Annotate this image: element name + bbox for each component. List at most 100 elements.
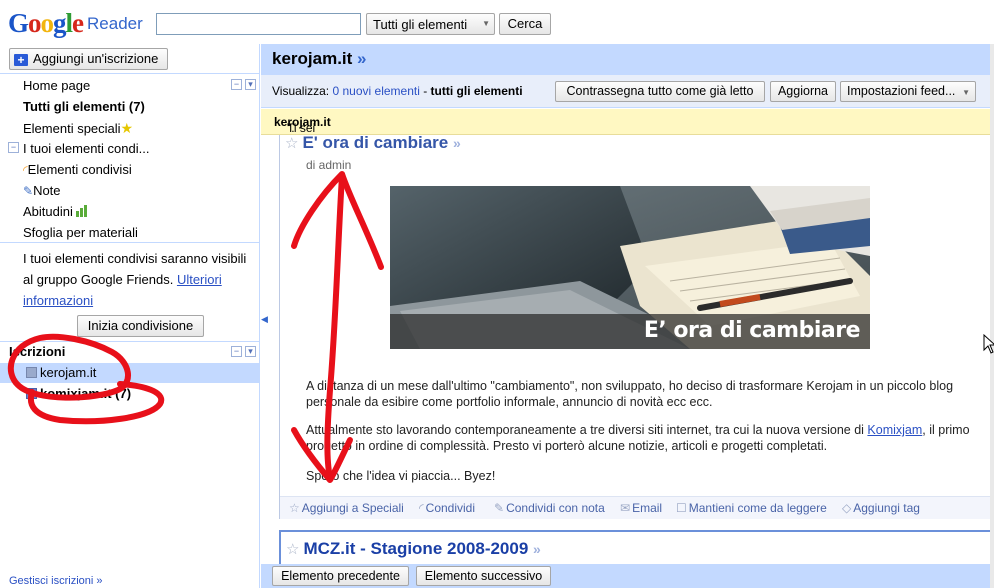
share-icon: ◜ bbox=[419, 501, 424, 515]
sidebar-item-label: Abitudini bbox=[23, 204, 73, 219]
view-new-items-link[interactable]: 0 nuovi elementi bbox=[332, 84, 419, 98]
keep-unread-action[interactable]: ☐ Mantieni come da leggere bbox=[676, 501, 827, 515]
top-bar: Google Reader Tutti gli elementi ▼ Cerca bbox=[0, 0, 994, 44]
entry-title-text: MCZ.it - Stagione 2008-2009 bbox=[303, 539, 529, 558]
entry-paragraph: Attualmente sto lavorando contemporaneam… bbox=[306, 422, 986, 454]
add-tag-action[interactable]: ◇ Aggiungi tag bbox=[842, 501, 920, 515]
star-icon: ☆ bbox=[289, 501, 300, 515]
sidebar-item-label: Elementi condivisi bbox=[27, 162, 132, 177]
komixjam-link[interactable]: Komixjam bbox=[867, 423, 922, 437]
scrollbar[interactable] bbox=[990, 44, 994, 588]
entry-title[interactable]: ☆ E' ora di cambiare » bbox=[285, 133, 461, 153]
entry-author: di admin bbox=[306, 158, 352, 172]
checkbox-icon: ☐ bbox=[676, 501, 687, 515]
subscription-komixjam[interactable]: komixjam.it (7) bbox=[26, 384, 131, 404]
feed-settings-label: Impostazioni feed... bbox=[847, 84, 956, 98]
open-link-icon[interactable]: » bbox=[453, 135, 461, 151]
envelope-icon: ✉ bbox=[620, 501, 631, 515]
bar-chart-icon bbox=[75, 203, 88, 223]
start-sharing-button[interactable]: Inizia condivisione bbox=[77, 315, 204, 337]
entry-image-caption: E’ ora di cambiare bbox=[390, 314, 870, 349]
search-scope-select[interactable]: Tutti gli elementi ▼ bbox=[366, 13, 495, 35]
entry-title[interactable]: ☆ MCZ.it - Stagione 2008-2009 » bbox=[286, 539, 541, 559]
dropdown-arrow-icon: ▼ bbox=[482, 19, 490, 28]
entry-actions: ☆ Aggiungi a Speciali ◜ Condividi ✎ Condivi… bbox=[280, 496, 994, 519]
sidebar: + Aggiungi un'iscrizione Home page − ▾ Tu… bbox=[0, 44, 260, 588]
google-reader-logo[interactable]: Google Reader bbox=[8, 8, 143, 38]
sidebar-item-browse[interactable]: Sfoglia per materiali bbox=[23, 223, 138, 243]
add-subscription-label: Aggiungi un'iscrizione bbox=[33, 51, 159, 66]
entry-title-text: E' ora di cambiare bbox=[302, 133, 449, 152]
manage-subscriptions-link[interactable]: Gestisci iscrizioni » bbox=[9, 575, 103, 587]
search-button[interactable]: Cerca bbox=[499, 13, 551, 35]
view-label: Visualizza: bbox=[272, 84, 330, 98]
add-subscription-button[interactable]: + Aggiungi un'iscrizione bbox=[9, 48, 168, 70]
keep-unread-label: Mantieni come da leggere bbox=[688, 501, 827, 515]
view-separator: - bbox=[419, 84, 431, 98]
collapse-icon[interactable]: − bbox=[8, 142, 19, 153]
google-logo: Google bbox=[8, 8, 84, 38]
search-input[interactable] bbox=[156, 13, 361, 35]
entry-image: E’ ora di cambiare bbox=[390, 186, 870, 349]
plus-icon: + bbox=[14, 54, 28, 66]
product-name: Reader bbox=[87, 14, 143, 33]
entry-card[interactable]: ☆ E' ora di cambiare » di admin E’ ora d… bbox=[279, 133, 994, 519]
star-icon[interactable]: ☆ bbox=[286, 541, 299, 558]
share-action[interactable]: ◜ Condividi bbox=[419, 501, 475, 515]
search-scope-value: Tutti gli elementi bbox=[373, 17, 468, 32]
sidebar-item-your-stuff[interactable]: I tuoi elementi condi... bbox=[23, 139, 149, 159]
share-label: Condividi bbox=[425, 501, 476, 515]
mark-all-read-button[interactable]: Contrassegna tutto come già letto bbox=[555, 81, 765, 102]
subscription-label: komixjam.it (7) bbox=[40, 386, 132, 401]
view-toolbar: Visualizza: 0 nuovi elementi - tutti gli… bbox=[261, 75, 994, 108]
sidebar-item-all-items[interactable]: Tutti gli elementi (7) bbox=[23, 97, 145, 117]
sidebar-item-label: Elementi speciali bbox=[23, 121, 121, 136]
sidebar-item-shared[interactable]: ◜Elementi condivisi bbox=[23, 160, 132, 180]
collapse-icon[interactable]: − bbox=[231, 346, 242, 357]
next-item-button[interactable]: Elemento successivo bbox=[416, 566, 551, 586]
open-link-icon[interactable]: » bbox=[533, 541, 541, 557]
add-tag-label: Aggiungi tag bbox=[853, 501, 920, 515]
share-with-note-action[interactable]: ✎ Condividi con nota bbox=[494, 501, 605, 515]
subscription-label: kerojam.it bbox=[40, 365, 97, 380]
feed-title-bar: kerojam.it » bbox=[261, 44, 994, 75]
sidebar-item-label: Note bbox=[33, 183, 61, 198]
star-icon[interactable]: ☆ bbox=[285, 135, 298, 152]
feed-icon bbox=[26, 388, 37, 399]
sidebar-item-starred[interactable]: Elementi speciali★ bbox=[23, 118, 133, 138]
entry-paragraph: Spero che l'idea vi piaccia... Byez! bbox=[306, 469, 496, 483]
divider bbox=[0, 73, 260, 74]
sidebar-item-home[interactable]: Home page bbox=[23, 76, 90, 96]
star-icon: ★ bbox=[120, 120, 134, 136]
share-with-note-label: Condividi con nota bbox=[506, 501, 605, 515]
refresh-button[interactable]: Aggiorna bbox=[770, 81, 836, 102]
feed-title-text: kerojam.it bbox=[272, 49, 353, 68]
divider bbox=[0, 242, 260, 243]
subscription-kerojam[interactable]: kerojam.it bbox=[26, 363, 96, 383]
bottom-nav-bar: Elemento precedente Elemento successivo bbox=[261, 564, 994, 588]
entry-paragraph-text: Attualmente sto lavorando contemporaneam… bbox=[306, 423, 868, 437]
sharing-info-text: I tuoi elementi condivisi saranno visibi… bbox=[23, 248, 253, 311]
note-icon: ✎ bbox=[494, 501, 505, 515]
dropdown-arrow-icon: ▼ bbox=[962, 88, 970, 97]
chevron-down-icon[interactable]: ▾ bbox=[245, 346, 256, 357]
chevron-down-icon[interactable]: ▾ bbox=[245, 79, 256, 90]
sidebar-item-trends[interactable]: Abitudini bbox=[23, 202, 88, 222]
feed-title-arrow-icon: » bbox=[357, 49, 367, 68]
email-action[interactable]: ✉ Email bbox=[620, 501, 662, 515]
sidebar-item-notes[interactable]: ✎Note bbox=[23, 181, 61, 201]
view-options: Visualizza: 0 nuovi elementi - tutti gli… bbox=[272, 84, 523, 98]
feed-icon bbox=[26, 367, 37, 378]
subscriptions-header[interactable]: Iscrizioni bbox=[9, 344, 65, 359]
previous-item-button[interactable]: Elemento precedente bbox=[272, 566, 409, 586]
feed-settings-button[interactable]: Impostazioni feed... ▼ bbox=[840, 81, 976, 102]
feed-title[interactable]: kerojam.it » bbox=[272, 49, 367, 69]
add-star-label: Aggiungi a Speciali bbox=[301, 501, 404, 515]
add-star-action[interactable]: ☆ Aggiungi a Speciali bbox=[289, 501, 404, 515]
notice-text: Ti sei iscritto a "kerojam.it". bbox=[274, 115, 331, 163]
subscribed-notice: Ti sei iscritto a "kerojam.it". bbox=[261, 109, 994, 163]
view-all-items: tutti gli elementi bbox=[430, 84, 523, 98]
collapse-icon[interactable]: − bbox=[231, 79, 242, 90]
tag-icon: ◇ bbox=[842, 501, 852, 515]
note-icon: ✎ bbox=[23, 184, 34, 198]
